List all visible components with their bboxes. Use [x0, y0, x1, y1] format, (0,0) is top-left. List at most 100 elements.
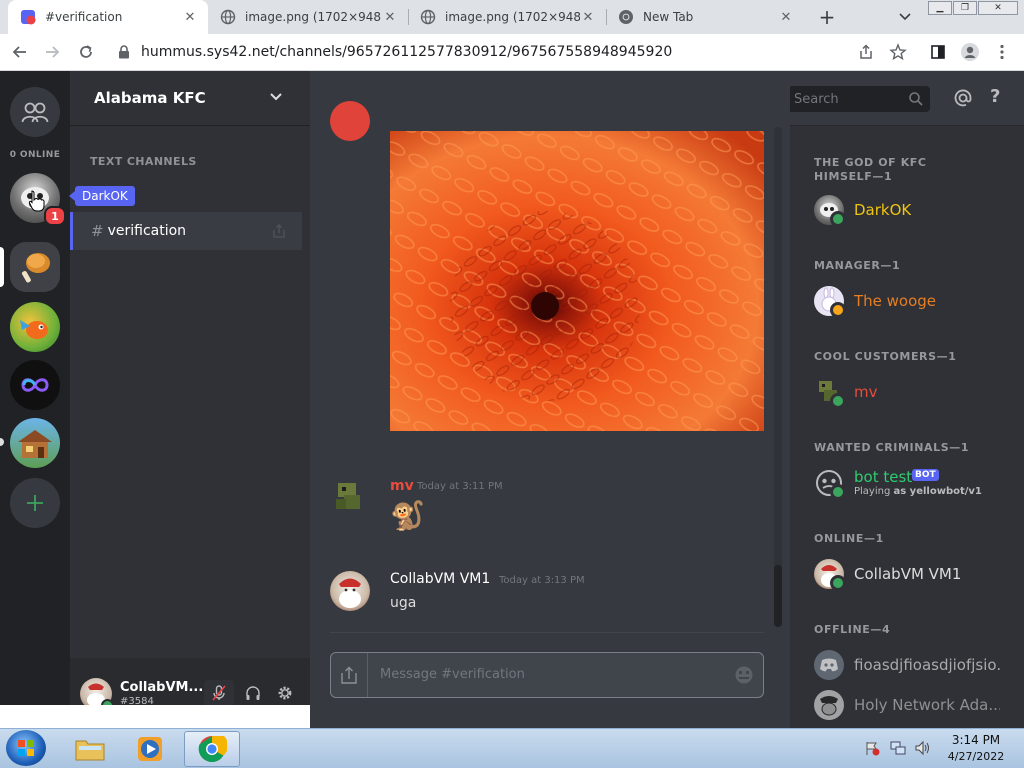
- chevron-down-icon[interactable]: [268, 89, 284, 105]
- message-author[interactable]: mv: [390, 478, 414, 494]
- forward-icon[interactable]: [40, 41, 64, 63]
- message-author[interactable]: CollabVM VM1: [390, 571, 490, 587]
- close-window-icon[interactable]: ✕: [978, 1, 1018, 15]
- online-status-dot: [830, 575, 846, 591]
- message-text: uga: [390, 595, 417, 611]
- mute-microphone-icon[interactable]: [204, 680, 234, 706]
- member-item[interactable]: CollabVM VM1: [814, 557, 961, 591]
- volume-icon[interactable]: [914, 740, 932, 756]
- server-icon-alabama-kfc[interactable]: [10, 242, 60, 292]
- member-item[interactable]: Holy Network Ada...: [814, 688, 1000, 722]
- restore-window-icon[interactable]: ❐: [953, 1, 977, 15]
- tooltip-label: DarkOK: [75, 186, 135, 206]
- file-explorer-button[interactable]: [62, 731, 118, 767]
- composer-placeholder: Message #verification: [380, 667, 525, 682]
- mouse-pointer-icon: [28, 189, 46, 213]
- close-tab-icon[interactable]: ✕: [778, 9, 794, 25]
- action-center-flag-icon[interactable]: [864, 740, 880, 756]
- add-server-button[interactable]: [10, 478, 60, 528]
- activity-game: as yellowbot/v1: [893, 486, 982, 497]
- user-name: CollabVM...: [120, 680, 204, 695]
- close-tab-icon[interactable]: ✕: [382, 9, 398, 25]
- member-item[interactable]: mv: [814, 375, 878, 409]
- server-list: 0 ONLINE 1: [0, 71, 70, 728]
- avatar: [814, 690, 844, 720]
- search-input[interactable]: Search: [788, 86, 930, 112]
- tab-verification[interactable]: #verification ✕: [8, 0, 208, 34]
- member-item[interactable]: bot test BOT Playing as yellowbot/v1: [814, 467, 1024, 501]
- member-name: fioasdjfioasdjiofjsio...: [854, 656, 1000, 674]
- windows-logo-icon: [18, 740, 34, 756]
- server-name: Alabama KFC: [94, 89, 206, 107]
- upload-icon[interactable]: [331, 653, 368, 697]
- menu-kebab-icon[interactable]: [990, 41, 1014, 63]
- bookmark-star-icon[interactable]: [886, 41, 910, 63]
- mentions-icon[interactable]: [953, 88, 973, 108]
- chrome-logo-icon: [198, 735, 227, 763]
- member-item[interactable]: The wooge: [814, 284, 936, 318]
- member-item[interactable]: DarkOK: [814, 193, 911, 227]
- member-name: DarkOK: [854, 201, 912, 219]
- lock-icon[interactable]: [112, 45, 136, 59]
- headphones-icon[interactable]: [238, 680, 268, 706]
- url-text: hummus.sys42.net/channels/96572611257783…: [141, 44, 673, 60]
- new-tab-icon[interactable]: +: [816, 5, 838, 29]
- member-group-title: MANAGER—1: [814, 259, 901, 272]
- clock-date[interactable]: 4/27/2022: [938, 750, 1014, 763]
- server-icon-house[interactable]: [10, 418, 60, 468]
- message-content-emoji: 🐒: [390, 499, 425, 532]
- chat-scrollbar-track[interactable]: [774, 127, 782, 627]
- server-icon-infinity[interactable]: [10, 360, 60, 410]
- profile-icon[interactable]: [958, 41, 982, 63]
- avatar[interactable]: [330, 477, 370, 517]
- share-icon[interactable]: [854, 41, 878, 63]
- start-button[interactable]: [6, 730, 46, 766]
- settings-gear-icon[interactable]: [270, 680, 300, 706]
- media-player-icon: [138, 737, 162, 761]
- back-icon[interactable]: [8, 41, 32, 63]
- home-button[interactable]: [10, 87, 60, 137]
- minimize-window-icon[interactable]: ▁: [928, 1, 952, 15]
- member-item[interactable]: fioasdjfioasdjiofjsio...: [814, 648, 1000, 682]
- reload-icon[interactable]: [74, 41, 98, 63]
- invite-icon[interactable]: [272, 224, 286, 238]
- message-composer[interactable]: Message #verification: [330, 652, 764, 698]
- server-header[interactable]: Alabama KFC: [70, 71, 310, 126]
- server-icon-cartoon[interactable]: [10, 302, 60, 352]
- blank-area: [0, 705, 340, 728]
- browser-tab-strip: #verification ✕ image.png (1702×948) ✕ i…: [0, 0, 1024, 34]
- avatar[interactable]: [330, 101, 370, 141]
- clock-time[interactable]: 3:14 PM: [938, 733, 1014, 747]
- help-icon[interactable]: ?: [990, 86, 1000, 107]
- message-timestamp: Today at 3:13 PM: [499, 575, 585, 586]
- tab-title: #verification: [45, 10, 123, 24]
- close-tab-icon[interactable]: ✕: [580, 9, 596, 25]
- member-name: Holy Network Ada...: [854, 696, 1000, 714]
- channel-category[interactable]: TEXT CHANNELS: [90, 155, 197, 168]
- attached-image[interactable]: [390, 131, 764, 431]
- side-panel-icon[interactable]: [926, 41, 950, 63]
- tab-new-tab[interactable]: New Tab ✕: [606, 0, 804, 34]
- browser-toolbar: hummus.sys42.net/channels/96572611257783…: [0, 34, 1024, 71]
- activity-prefix: Playing: [854, 486, 894, 497]
- fried-chicken-icon: [22, 253, 50, 283]
- address-bar[interactable]: hummus.sys42.net/channels/96572611257783…: [112, 38, 912, 66]
- chat-scrollbar-thumb[interactable]: [774, 565, 782, 627]
- member-group-title: THE GOD OF KFC HIMSELF—1: [814, 156, 927, 183]
- tab-search-chevron-icon[interactable]: [896, 9, 914, 25]
- tab-title: New Tab: [643, 10, 694, 24]
- emoji-picker-icon[interactable]: [734, 665, 754, 685]
- chrome-taskbar-button[interactable]: [184, 731, 240, 767]
- close-tab-icon[interactable]: ✕: [182, 9, 198, 25]
- media-player-button[interactable]: [122, 731, 178, 767]
- tab-image-1[interactable]: image.png (1702×948) ✕: [208, 0, 408, 34]
- chat-area: mv Today at 3:11 PM 🐒 CollabVM VM1 Today…: [310, 71, 790, 728]
- chrome-icon: [618, 9, 634, 25]
- search-icon: [908, 91, 924, 107]
- tab-image-2[interactable]: image.png (1702×948) ✕: [408, 0, 606, 34]
- network-icon[interactable]: [890, 740, 906, 756]
- member-group-title: OFFLINE—4: [814, 623, 891, 636]
- divider: [330, 632, 764, 633]
- avatar[interactable]: [330, 571, 370, 611]
- channel-item-verification[interactable]: # verification: [70, 212, 302, 250]
